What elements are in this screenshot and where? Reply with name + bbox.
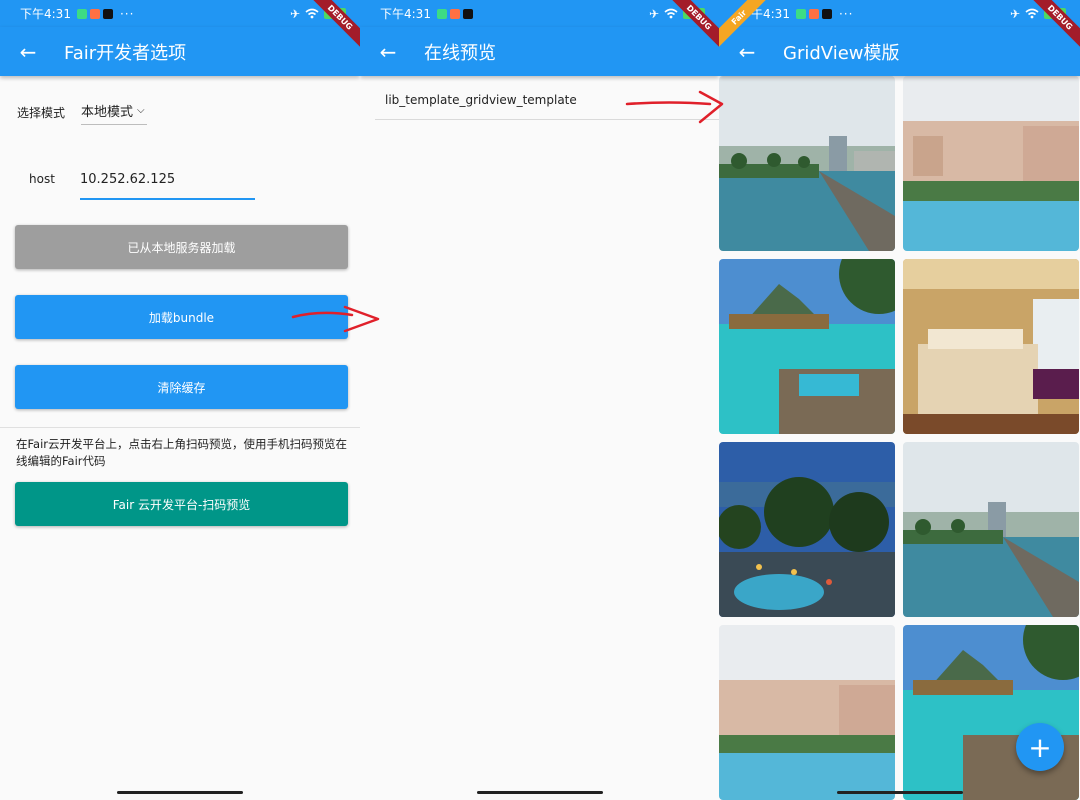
airplane-icon: ✈: [289, 6, 300, 21]
mode-dropdown[interactable]: 本地模式 ⌵: [81, 99, 147, 125]
grid-image-night-resort[interactable]: [719, 442, 895, 617]
tiktok-icon: [821, 8, 832, 19]
load-bundle-button[interactable]: 加载bundle: [15, 295, 348, 339]
tiktok-icon: [102, 8, 113, 19]
status-time: 下午4:31: [380, 7, 431, 21]
status-bar: 下午4:31 ··· ✈ 99: [719, 0, 1080, 27]
grid-image-bedroom[interactable]: [903, 259, 1079, 434]
status-bar: 下午4:31 ✈ 99: [360, 0, 719, 27]
app-bar: ← Fair开发者选项: [0, 27, 360, 76]
battery-icon: 99: [324, 8, 346, 19]
home-indicator[interactable]: [836, 791, 963, 794]
mode-value: 本地模式: [81, 105, 134, 120]
airplane-icon: ✈: [648, 6, 659, 21]
wifi-icon: [305, 8, 319, 19]
back-arrow-icon[interactable]: ←: [719, 40, 775, 64]
back-arrow-icon[interactable]: ←: [0, 40, 56, 64]
app-notification-icon: [808, 8, 819, 19]
home-indicator[interactable]: [117, 791, 243, 794]
app-notification-icon: [89, 8, 100, 19]
wifi-icon: [1025, 8, 1039, 19]
chevron-down-icon: ⌵: [137, 105, 145, 116]
app-notification-icon: [795, 8, 806, 19]
battery-icon: 99: [1044, 8, 1066, 19]
add-fab-button[interactable]: +: [1016, 723, 1064, 771]
list-item[interactable]: lib_template_gridview_template: [375, 80, 719, 120]
loaded-from-local-server-button[interactable]: 已从本地服务器加载: [15, 225, 348, 269]
home-indicator[interactable]: [476, 791, 603, 794]
cloud-description: 在Fair云开发平台上，点击右上角扫码预览，使用手机扫码预览在线编辑的Fair代…: [16, 437, 348, 468]
host-label: host: [29, 172, 55, 186]
more-notifications-icon: ···: [838, 6, 854, 21]
phone-screen-gridview-template: 下午4:31 ··· ✈ 99 Fair DEBUG ← GridView模版: [719, 0, 1080, 800]
tiktok-icon: [462, 8, 473, 19]
page-title: 在线预览: [424, 42, 496, 64]
more-notifications-icon: ···: [119, 6, 135, 21]
host-input[interactable]: [80, 168, 255, 200]
page-title: Fair开发者选项: [64, 42, 187, 64]
wifi-icon: [664, 8, 678, 19]
app-notification-icon: [76, 8, 87, 19]
app-notification-icon: [449, 8, 460, 19]
grid-image-bungalows[interactable]: [903, 625, 1079, 800]
status-time: 下午4:31: [20, 7, 71, 21]
back-arrow-icon[interactable]: ←: [360, 40, 416, 64]
divider: [0, 427, 360, 428]
phone-screen-online-preview: 下午4:31 ✈ 99 DEBUG ← 在线预览 lib_template_gr…: [360, 0, 719, 800]
app-notification-icon: [436, 8, 447, 19]
cloud-scan-preview-button[interactable]: Fair 云开发平台-扫码预览: [15, 482, 348, 526]
grid-image-pool[interactable]: [719, 76, 895, 251]
grid-image-pool[interactable]: [903, 442, 1079, 617]
phone-screen-developer-options: 下午4:31 ··· ✈ 99 DEBUG ← Fair开发者选项 选择模式 本…: [0, 0, 360, 800]
page-title: GridView模版: [783, 42, 900, 64]
battery-icon: 99: [683, 8, 705, 19]
plus-icon: +: [1028, 730, 1052, 764]
clear-cache-button[interactable]: 清除缓存: [15, 365, 348, 409]
airplane-icon: ✈: [1009, 6, 1020, 21]
grid-image-resort[interactable]: [719, 625, 895, 800]
status-bar: 下午4:31 ··· ✈ 99: [0, 0, 360, 27]
status-time: 下午4:31: [739, 7, 790, 21]
mode-label: 选择模式: [17, 105, 66, 120]
grid-image-resort[interactable]: [903, 76, 1079, 251]
grid-image-bungalows[interactable]: [719, 259, 895, 434]
mode-row: 选择模式 本地模式 ⌵: [17, 98, 147, 126]
app-bar: ← 在线预览: [360, 27, 719, 76]
app-bar: ← GridView模版: [719, 27, 1080, 76]
